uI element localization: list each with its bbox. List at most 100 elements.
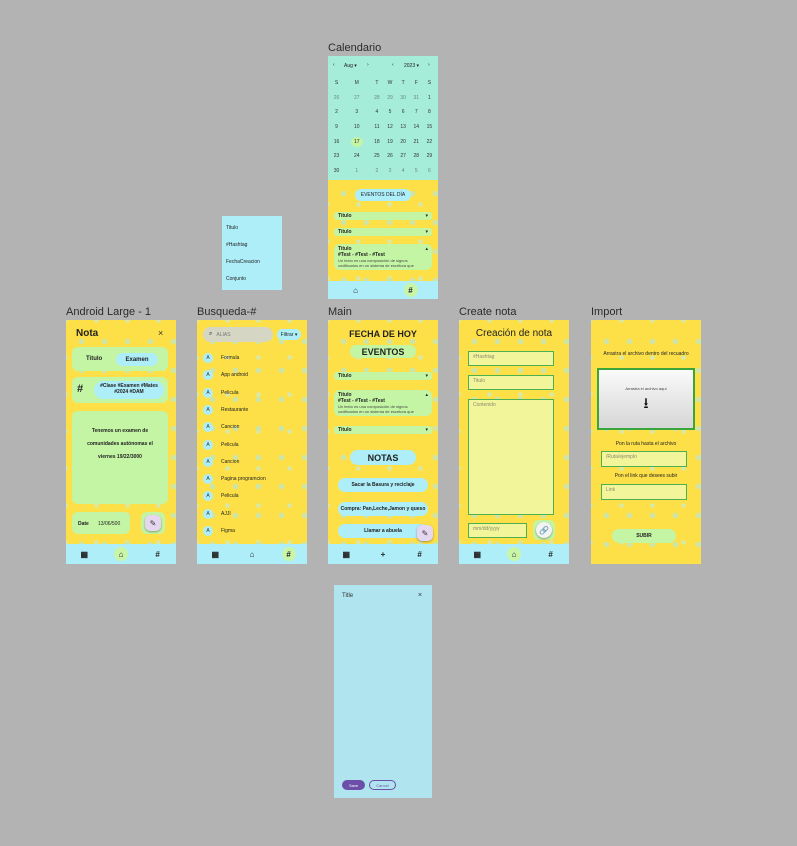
home-icon[interactable]: ⌂ xyxy=(506,547,521,561)
calendar-day[interactable]: 3 xyxy=(383,164,396,179)
calendar-day[interactable]: 10 xyxy=(343,120,370,135)
calendar-day[interactable]: 8 xyxy=(423,105,436,120)
calendar-day[interactable]: 24 xyxy=(343,149,370,164)
calendar-day[interactable]: 2 xyxy=(370,164,383,179)
hashtag-icon[interactable]: # xyxy=(544,547,558,561)
close-icon[interactable]: × xyxy=(418,592,422,599)
calendar-day[interactable]: 13 xyxy=(397,120,410,135)
year-select[interactable]: 2023 ▾ xyxy=(404,63,419,69)
hashtag-icon[interactable]: # xyxy=(403,283,418,297)
date-input[interactable]: mm/dd/yyyy xyxy=(468,523,527,538)
drop-zone[interactable]: Arrastra el archivo aquí ⭳ xyxy=(597,368,695,430)
calendar-day[interactable]: 16 xyxy=(330,134,343,149)
menu-item-conjunto[interactable]: Conjunto xyxy=(226,276,246,282)
calendar-day[interactable]: 5 xyxy=(383,105,396,120)
list-item[interactable]: A AJJI xyxy=(203,508,231,519)
event-bar-2[interactable]: Titulo ▾ xyxy=(334,228,432,236)
calendar-day[interactable]: 18 xyxy=(370,134,383,149)
tab-titulo[interactable]: Titulo xyxy=(86,356,102,362)
calendar-day[interactable]: 22 xyxy=(423,134,436,149)
hashtag-input[interactable]: #Hashtag xyxy=(468,351,554,366)
note-item[interactable]: Llamar a abuela xyxy=(338,524,428,538)
list-item[interactable]: A Formula xyxy=(203,353,239,363)
calendar-day[interactable]: 26 xyxy=(383,149,396,164)
next-month-icon[interactable]: › xyxy=(367,62,369,68)
calendar-day[interactable]: 14 xyxy=(410,120,423,135)
calendar-day[interactable]: 28 xyxy=(410,149,423,164)
calendar-day[interactable]: 30 xyxy=(397,91,410,106)
hashtag-icon[interactable]: # xyxy=(413,547,427,561)
calendar-icon[interactable]: ▦ xyxy=(470,547,484,561)
link-button[interactable]: 🔗 xyxy=(536,522,552,538)
events-of-day-button[interactable]: EVENTOS DEL DÍA xyxy=(355,189,411,201)
prev-month-icon[interactable]: ‹ xyxy=(333,62,335,68)
calendar-day[interactable]: 11 xyxy=(370,120,383,135)
calendar-day[interactable]: 29 xyxy=(383,91,396,106)
list-item[interactable]: A Pelicula xyxy=(203,439,239,450)
list-item[interactable]: A Restaurante xyxy=(203,404,248,415)
search-input[interactable]: ⌕ ALIAS xyxy=(203,327,273,342)
calendar-day[interactable]: 25 xyxy=(370,149,383,164)
calendar-day[interactable]: 20 xyxy=(397,134,410,149)
event-bar-1[interactable]: Titulo ▾ xyxy=(334,212,432,220)
list-item[interactable]: A Pelicula xyxy=(203,491,239,502)
calendar-day[interactable]: 1 xyxy=(343,164,370,179)
calendar-day[interactable]: 12 xyxy=(383,120,396,135)
calendar-day[interactable]: 5 xyxy=(410,164,423,179)
calendar-day[interactable]: 6 xyxy=(397,105,410,120)
calendar-day[interactable]: 31 xyxy=(410,91,423,106)
calendar-day[interactable]: 4 xyxy=(370,105,383,120)
calendar-icon[interactable]: ▦ xyxy=(339,547,353,561)
hashtag-icon[interactable]: # xyxy=(281,547,296,561)
calendar-day[interactable]: 27 xyxy=(397,149,410,164)
event-card-expanded[interactable]: Titulo #Test - #Test - #Test Un texto es… xyxy=(334,390,432,416)
list-item[interactable]: A Cancion xyxy=(203,422,239,433)
list-item[interactable]: A Figma xyxy=(203,526,235,536)
save-button[interactable]: Save xyxy=(342,780,365,790)
calendar-day[interactable]: 23 xyxy=(330,149,343,164)
event-card-expanded[interactable]: Titulo #Test - #Test - #Test Un texto es… xyxy=(334,244,432,270)
prev-year-icon[interactable]: ‹ xyxy=(392,62,394,68)
month-select[interactable]: Aug ▾ xyxy=(344,63,357,69)
calendar-day[interactable]: 2 xyxy=(330,105,343,120)
hashtag-icon[interactable]: # xyxy=(151,547,165,561)
calendar-day[interactable]: 30 xyxy=(330,164,343,179)
list-item[interactable]: A Cancion xyxy=(203,456,239,467)
menu-item-hashtag[interactable]: #Hashtag xyxy=(226,242,247,248)
calendar-day[interactable]: 15 xyxy=(423,120,436,135)
event-bar-2[interactable]: Titulo ▾ xyxy=(334,426,432,434)
add-icon[interactable]: + xyxy=(376,547,390,561)
calendar-day[interactable]: 17 xyxy=(343,134,370,149)
filter-button[interactable]: Filtrar ▾ xyxy=(277,329,301,340)
calendar-icon[interactable]: ▦ xyxy=(77,547,91,561)
calendar-day[interactable]: 4 xyxy=(397,164,410,179)
home-icon[interactable]: ⌂ xyxy=(113,547,128,561)
calendar-day[interactable]: 9 xyxy=(330,120,343,135)
calendar-day[interactable]: 3 xyxy=(343,105,370,120)
list-item[interactable]: A Pagina programcion xyxy=(203,474,266,485)
date-value[interactable]: 13/06/500 xyxy=(98,521,120,527)
tab-examen[interactable]: Examen xyxy=(116,353,158,366)
calendar-day[interactable]: 7 xyxy=(410,105,423,120)
note-body[interactable]: Tenemos un examen de comunidades autónom… xyxy=(72,411,168,504)
tags-text[interactable]: #Clase #Examen #Mates #2024 #DAM xyxy=(94,381,164,399)
calendar-day[interactable]: 26 xyxy=(330,91,343,106)
calendar-day[interactable]: 27 xyxy=(343,91,370,106)
note-item[interactable]: Sacar la Basura y reciclaje xyxy=(338,478,428,492)
note-item[interactable]: Compra: Pan,Leche,Jamon y queso xyxy=(338,502,428,516)
home-icon[interactable]: ⌂ xyxy=(245,547,259,561)
home-icon[interactable]: ⌂ xyxy=(349,283,363,297)
list-item[interactable]: A Pelicula xyxy=(203,387,239,398)
calendar-day[interactable]: 28 xyxy=(370,91,383,106)
contenido-textarea[interactable]: Contenido xyxy=(468,399,554,515)
calendar-day[interactable]: 6 xyxy=(423,164,436,179)
link-input[interactable]: Link xyxy=(601,484,687,500)
next-year-icon[interactable]: › xyxy=(428,62,430,68)
submit-button[interactable]: SUBIR xyxy=(612,529,676,543)
cancel-button[interactable]: Cancel xyxy=(369,780,396,790)
path-input[interactable]: /Ruta/ejemplo xyxy=(601,451,687,467)
event-bar-1[interactable]: Titulo ▾ xyxy=(334,372,432,380)
calendar-icon[interactable]: ▦ xyxy=(208,547,222,561)
calendar-day[interactable]: 21 xyxy=(410,134,423,149)
close-icon[interactable]: × xyxy=(158,328,163,338)
